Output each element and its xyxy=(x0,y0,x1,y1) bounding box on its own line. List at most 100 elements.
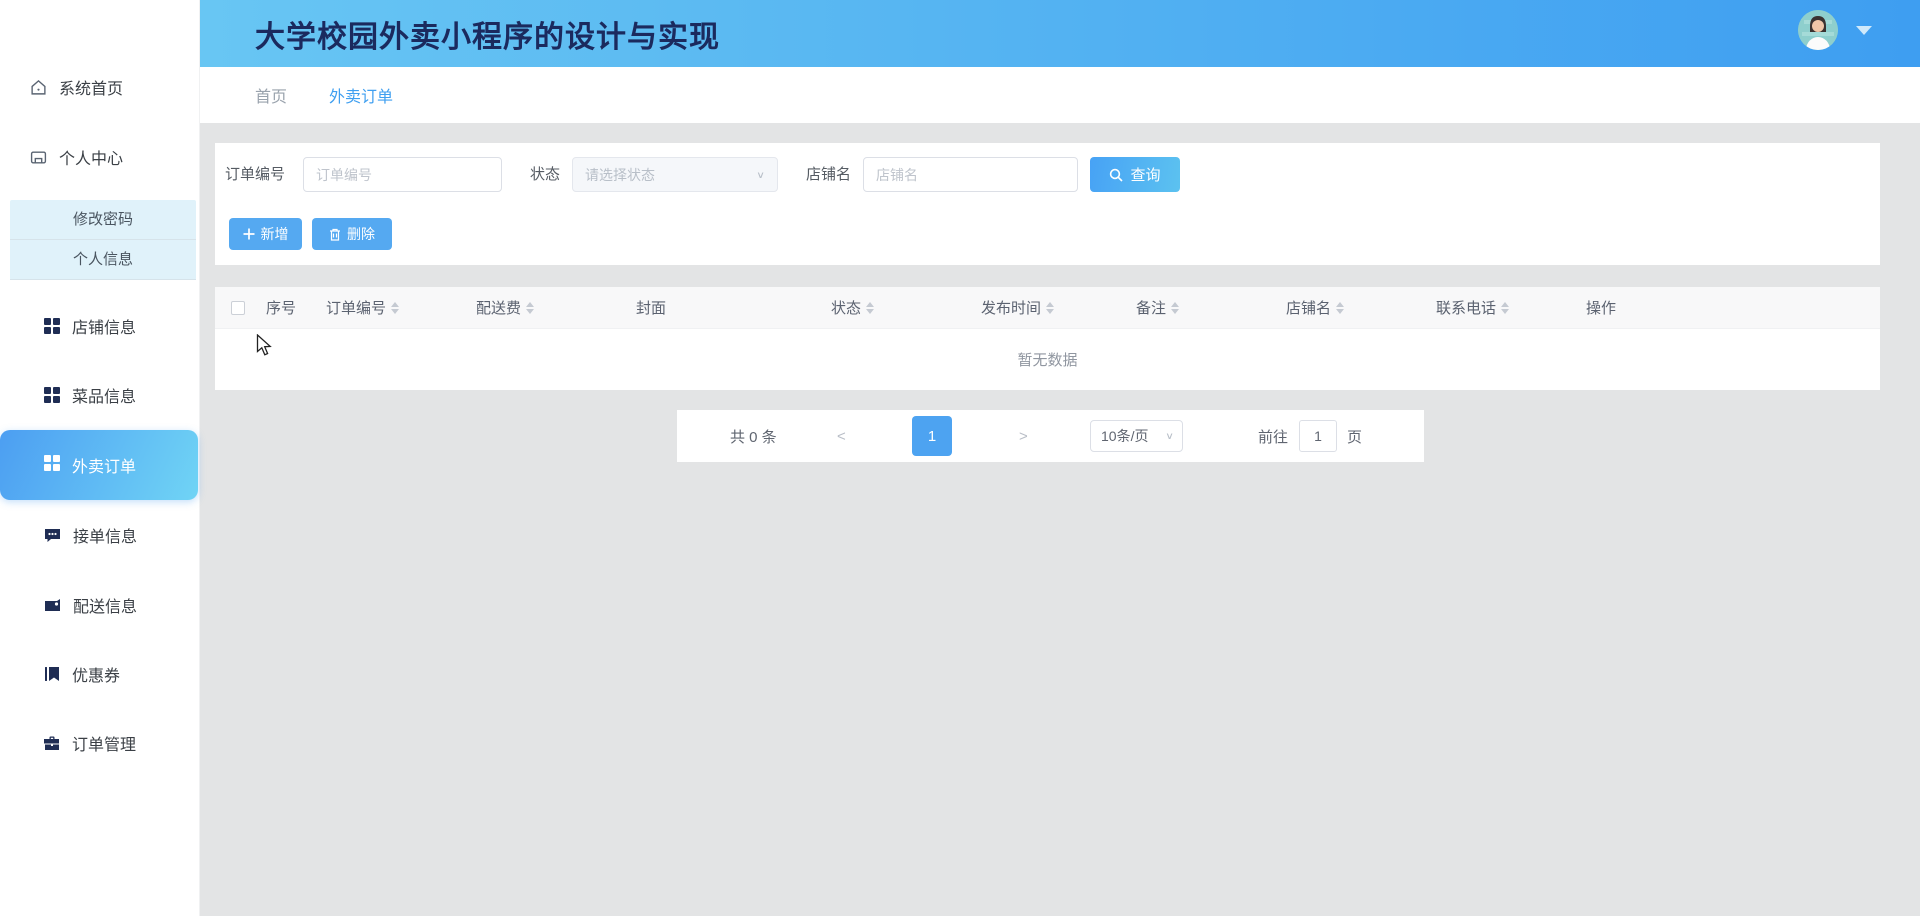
delete-button[interactable]: 删除 xyxy=(312,218,392,250)
order-no-label: 订单编号 xyxy=(225,157,285,192)
col-label: 序号 xyxy=(266,297,296,318)
sort-icon[interactable] xyxy=(1501,302,1509,314)
pagination-page-1-button[interactable]: 1 xyxy=(912,416,952,456)
home-icon xyxy=(30,79,47,96)
sort-icon[interactable] xyxy=(866,302,874,314)
table-header-row: 序号 订单编号 配送费 封面 状态 发布时间 备注 店铺名 xyxy=(215,287,1880,328)
col-publish-time: 发布时间 xyxy=(975,297,1130,318)
chat-icon xyxy=(44,527,61,543)
sidebar-item-label: 订单管理 xyxy=(72,731,136,755)
grid-icon xyxy=(44,387,60,403)
col-order-no: 订单编号 xyxy=(320,297,470,318)
select-all-checkbox[interactable] xyxy=(231,301,245,315)
order-no-input[interactable] xyxy=(303,157,502,192)
shop-name-input[interactable] xyxy=(863,157,1078,192)
pagination: 共 0 条 < 1 > 10条/页 ∨ 前往 页 xyxy=(677,410,1424,462)
col-label: 配送费 xyxy=(476,297,521,318)
sort-icon[interactable] xyxy=(1171,302,1179,314)
orders-table: 序号 订单编号 配送费 封面 状态 发布时间 备注 店铺名 xyxy=(215,287,1880,390)
add-button[interactable]: 新增 xyxy=(229,218,302,250)
sidebar-item-dish-info[interactable]: 菜品信息 xyxy=(0,375,200,415)
sidebar-item-label: 优惠券 xyxy=(72,662,120,686)
chevron-down-icon: ∨ xyxy=(756,169,765,180)
sort-icon[interactable] xyxy=(391,302,399,314)
col-phone: 联系电话 xyxy=(1430,297,1580,318)
sort-icon[interactable] xyxy=(1046,302,1054,314)
add-button-label: 新增 xyxy=(261,224,289,244)
sort-icon[interactable] xyxy=(526,302,534,314)
sidebar-item-label: 外卖订单 xyxy=(72,453,136,477)
col-label: 订单编号 xyxy=(326,297,386,318)
col-delivery-fee: 配送费 xyxy=(470,297,630,318)
status-select[interactable]: 请选择状态 ∨ xyxy=(572,157,778,192)
shop-name-label: 店铺名 xyxy=(806,157,851,192)
pagination-prev-button[interactable]: < xyxy=(837,410,846,462)
grid-icon xyxy=(44,318,60,334)
pagination-goto-input[interactable] xyxy=(1299,420,1337,452)
col-shop-name: 店铺名 xyxy=(1280,297,1430,318)
sidebar-item-takeout-orders-active[interactable]: 外卖订单 xyxy=(0,430,198,500)
user-zone xyxy=(1798,10,1872,50)
table-header-checkbox-cell xyxy=(215,301,260,315)
sidebar-item-personal-center[interactable]: 个人中心 xyxy=(0,137,200,177)
pagination-next-button[interactable]: > xyxy=(1019,410,1028,462)
briefcase-icon xyxy=(44,735,60,751)
sidebar-item-label: 系统首页 xyxy=(59,75,123,99)
sidebar-item-personal-info[interactable]: 个人信息 xyxy=(10,240,196,280)
plus-icon xyxy=(243,228,255,240)
breadcrumb-home[interactable]: 首页 xyxy=(255,83,287,107)
sidebar-item-label: 接单信息 xyxy=(73,523,137,547)
sort-icon[interactable] xyxy=(1336,302,1344,314)
status-label: 状态 xyxy=(530,157,560,192)
sidebar-item-delivery-info[interactable]: 配送信息 xyxy=(0,585,200,625)
page-title: 大学校园外卖小程序的设计与实现 xyxy=(255,12,720,56)
search-icon xyxy=(1109,168,1123,182)
sidebar-item-order-taking-info[interactable]: 接单信息 xyxy=(0,515,200,555)
col-label: 备注 xyxy=(1136,297,1166,318)
col-label: 状态 xyxy=(831,297,861,318)
breadcrumb: 首页 外卖订单 xyxy=(200,67,1920,123)
col-label: 发布时间 xyxy=(981,297,1041,318)
pagination-goto-suffix: 页 xyxy=(1347,410,1362,462)
col-label: 店铺名 xyxy=(1286,297,1331,318)
sidebar-item-label: 菜品信息 xyxy=(72,383,136,407)
col-label: 联系电话 xyxy=(1436,297,1496,318)
user-avatar[interactable] xyxy=(1798,10,1838,50)
table-empty-row: 暂无数据 xyxy=(215,328,1880,390)
delivery-bag-icon xyxy=(44,597,61,613)
user-menu-caret-icon[interactable] xyxy=(1856,26,1872,35)
pagination-page-size-select[interactable]: 10条/页 ∨ xyxy=(1090,420,1183,452)
search-button[interactable]: 查询 xyxy=(1090,157,1180,192)
col-cover: 封面 xyxy=(630,297,825,318)
col-actions: 操作 xyxy=(1580,297,1880,318)
pagination-goto-label: 前往 xyxy=(1258,410,1288,462)
col-status: 状态 xyxy=(825,297,975,318)
trash-icon xyxy=(329,228,341,241)
sidebar-item-shop-info[interactable]: 店铺信息 xyxy=(0,306,200,346)
page-size-value: 10条/页 xyxy=(1101,426,1148,446)
breadcrumb-current[interactable]: 外卖订单 xyxy=(329,83,393,107)
col-label: 封面 xyxy=(636,297,666,318)
sidebar-item-label: 配送信息 xyxy=(73,593,137,617)
sidebar-item-label: 店铺信息 xyxy=(72,314,136,338)
sidebar: 系统首页 个人中心 修改密码 个人信息 店铺信息 菜品信息 xyxy=(0,0,200,916)
sidebar-item-home[interactable]: 系统首页 xyxy=(0,67,200,107)
col-remark: 备注 xyxy=(1130,297,1280,318)
pagination-total: 共 0 条 xyxy=(730,410,777,462)
sidebar-item-order-management[interactable]: 订单管理 xyxy=(0,723,200,763)
sidebar-item-change-password[interactable]: 修改密码 xyxy=(10,200,196,240)
coupon-icon xyxy=(44,666,60,682)
col-index: 序号 xyxy=(260,297,320,318)
profile-card-icon xyxy=(30,149,47,166)
personal-center-submenu: 修改密码 个人信息 xyxy=(10,200,196,280)
sidebar-item-coupons[interactable]: 优惠券 xyxy=(0,654,200,694)
col-label: 操作 xyxy=(1586,297,1616,318)
sidebar-item-label: 个人中心 xyxy=(59,145,123,169)
top-header: 大学校园外卖小程序的设计与实现 xyxy=(200,0,1920,67)
search-panel: 订单编号 状态 请选择状态 ∨ 店铺名 查询 新增 删除 xyxy=(215,143,1880,265)
delete-button-label: 删除 xyxy=(347,224,375,244)
search-button-label: 查询 xyxy=(1130,164,1160,185)
grid-icon xyxy=(44,455,60,476)
status-select-placeholder: 请选择状态 xyxy=(585,165,655,185)
chevron-down-icon: ∨ xyxy=(1165,430,1174,441)
